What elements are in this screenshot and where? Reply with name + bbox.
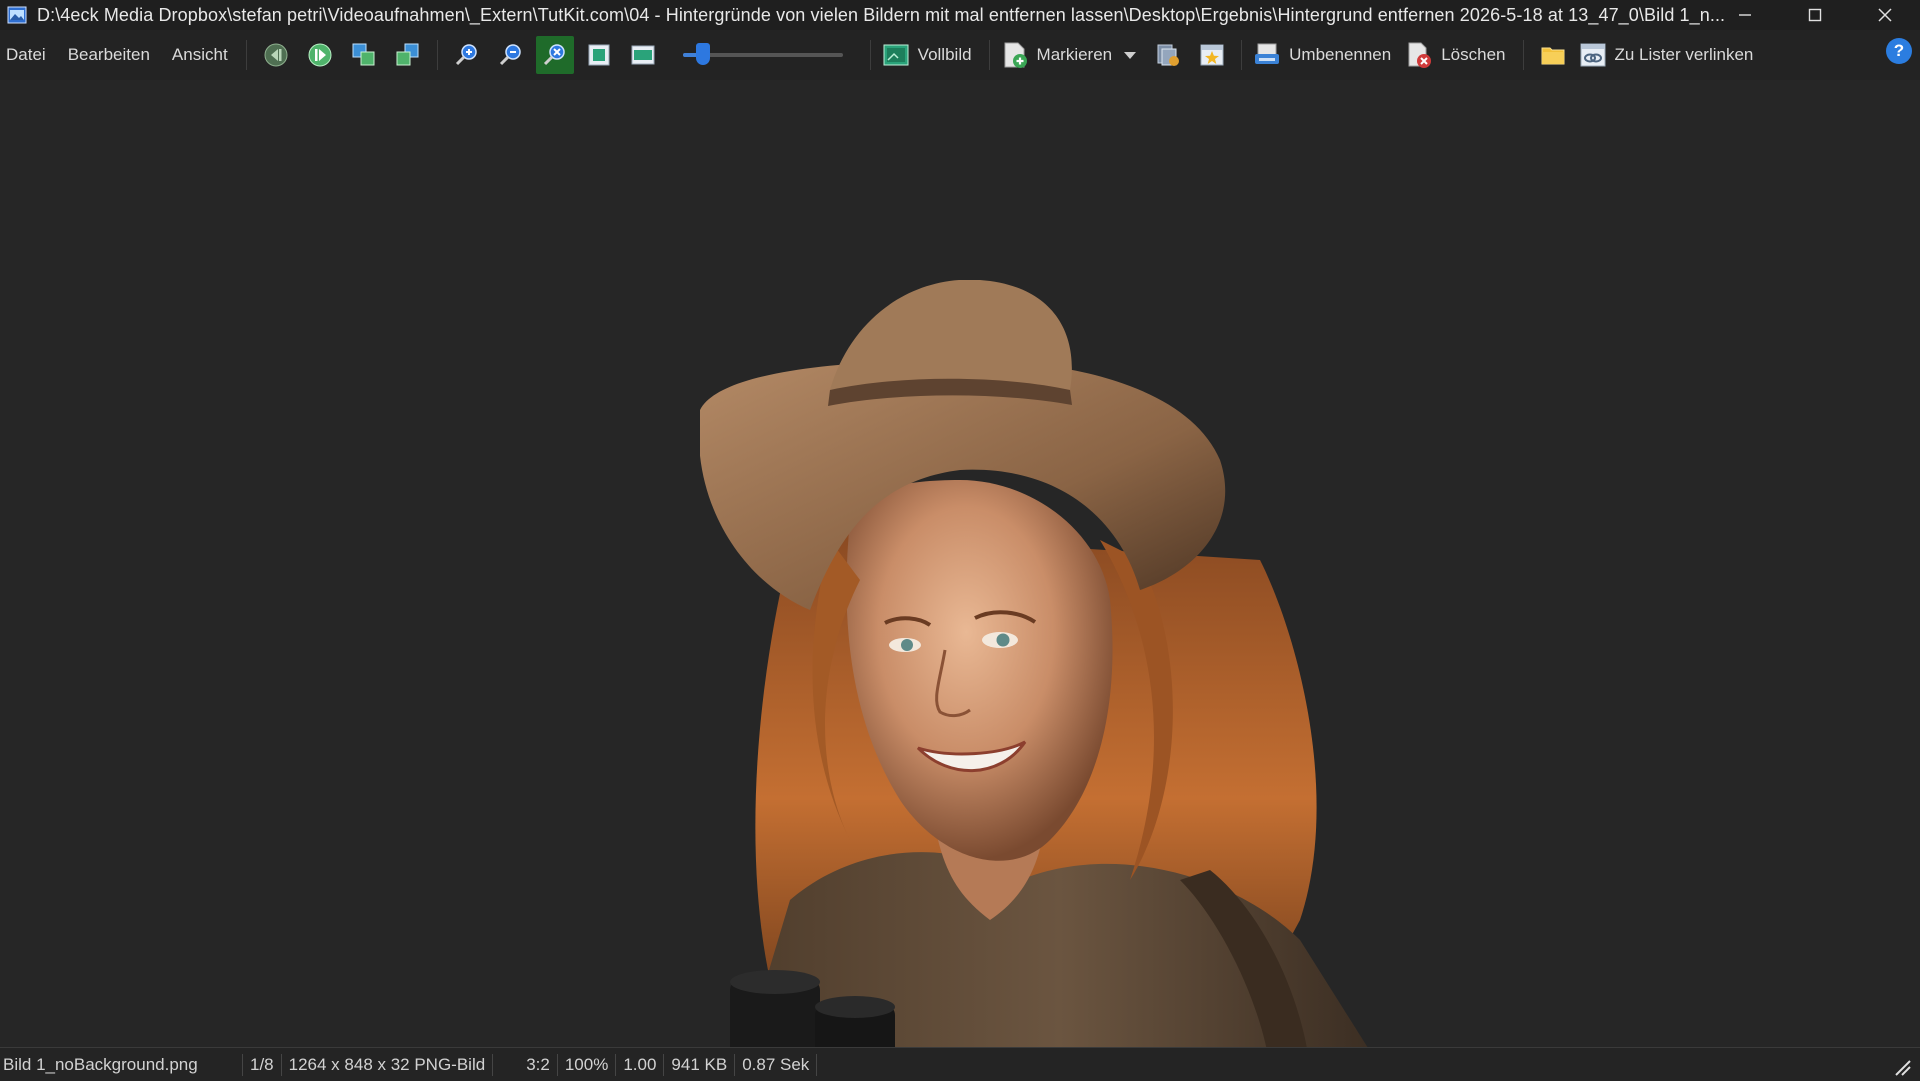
- fullscreen-button[interactable]: Vollbild: [878, 36, 982, 74]
- maximize-button[interactable]: [1780, 0, 1850, 30]
- close-button[interactable]: [1850, 0, 1920, 30]
- toolbar-separator: [1522, 40, 1524, 70]
- mark-dropdown-arrow[interactable]: [1124, 51, 1137, 59]
- copy-icon: [352, 43, 375, 66]
- fit-width-icon: [631, 45, 655, 65]
- star-icon: [1200, 44, 1224, 66]
- mark-button[interactable]: Markieren: [997, 36, 1123, 74]
- fullscreen-label: Vollbild: [917, 45, 972, 64]
- maximize-icon: [1808, 8, 1822, 22]
- rename-button[interactable]: Umbenennen: [1249, 36, 1401, 74]
- fit-window-icon: [588, 44, 610, 66]
- link-icon: [1580, 43, 1605, 67]
- fit-window-button[interactable]: [580, 36, 618, 74]
- title-bar: D:\4eck Media Dropbox\stefan petri\Video…: [0, 0, 1920, 30]
- status-bar: Bild 1_noBackground.png 1/8 1264 x 848 x…: [0, 1047, 1920, 1081]
- status-load-time: 0.87 Sek: [735, 1053, 818, 1076]
- menu-view[interactable]: Ansicht: [161, 30, 239, 80]
- status-filename: Bild 1_noBackground.png: [0, 1053, 243, 1076]
- open-folder-button[interactable]: [1534, 36, 1572, 74]
- window-title: D:\4eck Media Dropbox\stefan petri\Video…: [37, 4, 1726, 25]
- zoom-in-icon: [455, 44, 477, 66]
- favorite-button[interactable]: [1193, 36, 1231, 74]
- toolbar: Datei Bearbeiten Ansicht Vollbild Markie…: [0, 30, 1920, 81]
- folder-icon: [1541, 47, 1564, 65]
- move-to-button[interactable]: [389, 36, 427, 74]
- batch-button[interactable]: [1149, 36, 1187, 74]
- minimize-button[interactable]: [1710, 0, 1780, 30]
- delete-button[interactable]: Löschen: [1401, 36, 1515, 74]
- menu-edit[interactable]: Bearbeiten: [57, 30, 161, 80]
- zoom-in-button[interactable]: [448, 36, 486, 74]
- status-dimensions: 1264 x 848 x 32 PNG-Bild: [282, 1053, 494, 1076]
- status-zoom: 100%: [558, 1053, 617, 1076]
- zoom-slider[interactable]: [682, 40, 843, 70]
- toolbar-separator: [1241, 40, 1243, 70]
- next-icon: [308, 43, 332, 67]
- link-lister-label: Zu Lister verlinken: [1614, 45, 1754, 64]
- previous-button[interactable]: [257, 36, 295, 74]
- batch-icon: [1157, 44, 1180, 66]
- status-aspect: 3:2: [519, 1053, 558, 1076]
- fit-width-button[interactable]: [624, 36, 662, 74]
- mark-label: Markieren: [1036, 45, 1113, 64]
- status-index: 1/8: [243, 1053, 282, 1076]
- copy-to-button[interactable]: [345, 36, 383, 74]
- previous-icon: [264, 43, 288, 67]
- menu-file[interactable]: Datei: [0, 30, 57, 80]
- delete-label: Löschen: [1441, 45, 1506, 64]
- zoom-slider-thumb[interactable]: [696, 43, 711, 65]
- toolbar-separator: [245, 40, 247, 70]
- zoom-out-button[interactable]: [492, 36, 530, 74]
- mark-icon: [1004, 42, 1027, 68]
- photo-woman-with-hat: [700, 280, 1380, 1067]
- next-button[interactable]: [301, 36, 339, 74]
- app-icon: [7, 6, 27, 24]
- image-viewer[interactable]: [0, 80, 1920, 1067]
- toolbar-separator: [436, 40, 438, 70]
- toolbar-separator: [988, 40, 990, 70]
- rename-icon: [1255, 43, 1280, 64]
- hat-crown: [830, 280, 1072, 390]
- zoom-reset-icon: [543, 44, 565, 66]
- fullscreen-icon: [883, 44, 909, 66]
- status-filesize: 941 KB: [664, 1053, 736, 1076]
- rename-label: Umbenennen: [1289, 45, 1392, 64]
- resize-grip-icon[interactable]: [1892, 1057, 1914, 1079]
- delete-icon: [1408, 42, 1432, 68]
- toolbar-separator: [869, 40, 871, 70]
- minimize-icon: [1739, 14, 1751, 16]
- status-ratio: 1.00: [616, 1053, 665, 1076]
- link-lister-button[interactable]: Zu Lister verlinken: [1575, 36, 1764, 74]
- close-icon: [1878, 8, 1892, 22]
- zoom-out-icon: [499, 44, 521, 66]
- zoom-original-button[interactable]: [535, 36, 574, 74]
- help-button[interactable]: ?: [1886, 38, 1912, 64]
- move-icon: [396, 43, 419, 66]
